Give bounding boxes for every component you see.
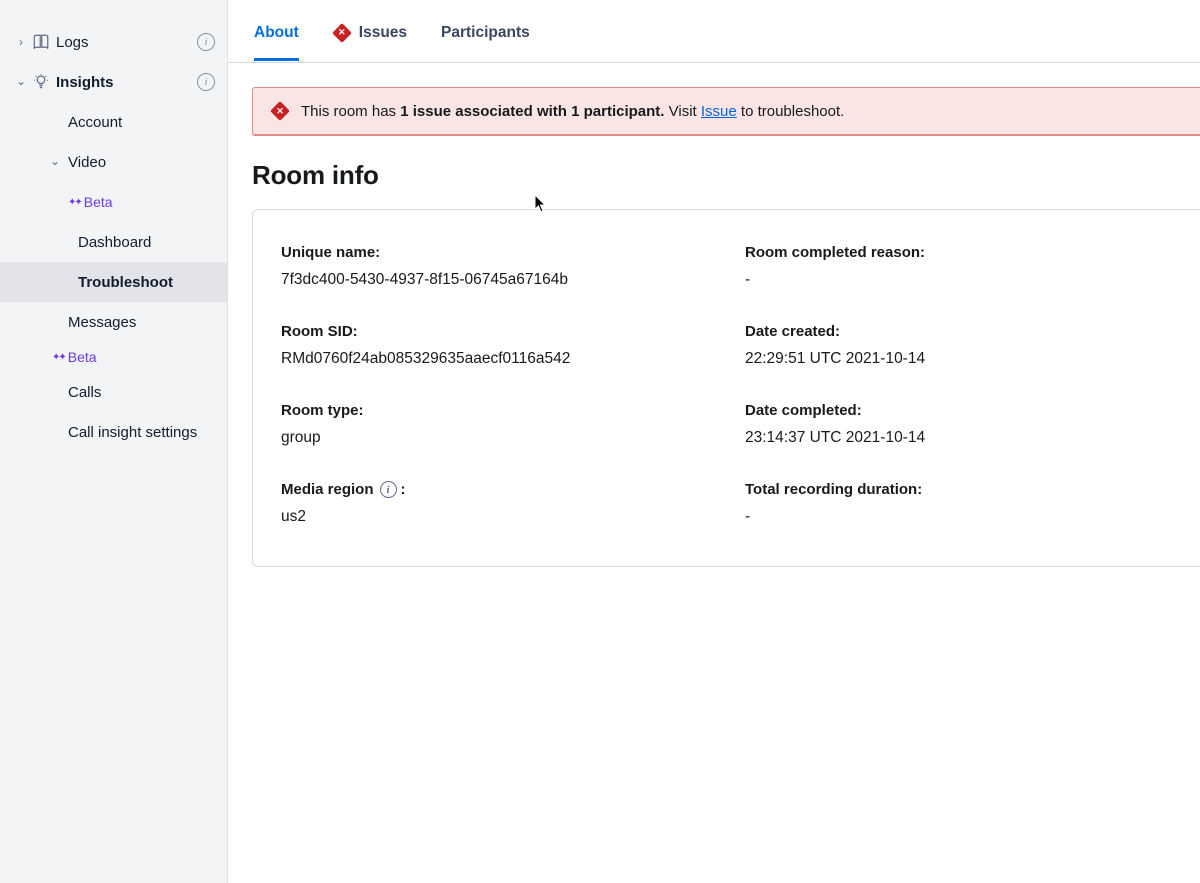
field-label: Room SID:: [281, 323, 735, 340]
sidebar-item-dashboard[interactable]: Dashboard: [0, 222, 227, 262]
issue-icon: [271, 102, 289, 120]
alert-issue-link[interactable]: Issue: [701, 103, 737, 120]
beta-badge: ✦✦ Beta: [68, 194, 113, 210]
sidebar-item-label: Beta: [68, 349, 97, 365]
field-label: Date completed:: [745, 402, 1176, 419]
book-icon: [30, 33, 52, 51]
field-value: us2: [281, 508, 735, 526]
chevron-down-icon: ⌄: [14, 74, 28, 88]
section-title: Room info: [252, 160, 1200, 191]
sidebar-item-label: Video: [68, 154, 215, 171]
field-label: Media region i :: [281, 481, 735, 498]
field-date-completed: Date completed: 23:14:37 UTC 2021-10-14: [745, 402, 1176, 447]
room-info-card: Unique name: 7f3dc400-5430-4937-8f15-067…: [252, 209, 1200, 567]
field-completed-reason: Room completed reason: -: [745, 244, 1176, 289]
sidebar-item-label: Call insight settings: [68, 424, 215, 441]
field-value: 7f3dc400-5430-4937-8f15-06745a67164b: [281, 271, 735, 289]
sidebar-item-video[interactable]: ⌄ Video: [0, 142, 227, 182]
tab-about[interactable]: About: [254, 24, 299, 61]
issue-alert: This room has 1 issue associated with 1 …: [252, 87, 1200, 136]
field-date-created: Date created: 22:29:51 UTC 2021-10-14: [745, 323, 1176, 368]
tab-issues[interactable]: Issues: [333, 24, 407, 61]
tab-bar: About Issues Participants: [228, 0, 1200, 63]
field-label: Unique name:: [281, 244, 735, 261]
cursor-icon: [534, 194, 548, 214]
sidebar-item-calls[interactable]: Calls: [0, 372, 227, 412]
sidebar-item-video-beta[interactable]: ✦✦ Beta: [0, 182, 227, 222]
sidebar-item-label: Messages: [68, 314, 215, 331]
field-value: 23:14:37 UTC 2021-10-14: [745, 429, 1176, 447]
field-room-type: Room type: group: [281, 402, 735, 447]
sidebar-item-beta[interactable]: ✦✦ Beta: [0, 342, 227, 372]
tab-label: Participants: [441, 24, 530, 42]
field-value: -: [745, 271, 1176, 289]
tab-participants[interactable]: Participants: [441, 24, 530, 61]
sparkle-icon: ✦✦: [68, 197, 81, 208]
beta-badge: ✦✦ Beta: [52, 349, 97, 365]
field-label: Room type:: [281, 402, 735, 419]
alert-message: This room has 1 issue associated with 1 …: [301, 103, 844, 120]
sidebar-item-label: Account: [68, 114, 215, 131]
field-value: group: [281, 429, 735, 447]
main-content: About Issues Participants This room has …: [228, 0, 1200, 883]
sidebar: › Logs i ⌄ Insights i Account ⌄ Video ✦✦…: [0, 0, 228, 883]
sidebar-item-label: Logs: [56, 34, 197, 51]
field-media-region: Media region i : us2: [281, 481, 735, 526]
info-icon[interactable]: i: [380, 481, 397, 498]
sidebar-item-label: Calls: [68, 384, 215, 401]
sidebar-item-call-insight-settings[interactable]: Call insight settings: [0, 412, 227, 452]
sidebar-item-label: Insights: [56, 74, 197, 91]
field-room-sid: Room SID: RMd0760f24ab085329635aaecf0116…: [281, 323, 735, 368]
info-icon[interactable]: i: [197, 33, 215, 51]
field-label: Date created:: [745, 323, 1176, 340]
field-value: RMd0760f24ab085329635aaecf0116a542: [281, 350, 735, 368]
sidebar-item-logs[interactable]: › Logs i: [0, 22, 227, 62]
field-label: Total recording duration:: [745, 481, 1176, 498]
field-value: 22:29:51 UTC 2021-10-14: [745, 350, 1176, 368]
field-value: -: [745, 508, 1176, 526]
sidebar-item-label: Troubleshoot: [78, 274, 215, 291]
field-total-recording-duration: Total recording duration: -: [745, 481, 1176, 526]
lightbulb-icon: [30, 73, 52, 91]
sidebar-item-insights[interactable]: ⌄ Insights i: [0, 62, 227, 102]
sidebar-item-account[interactable]: Account: [0, 102, 227, 142]
field-unique-name: Unique name: 7f3dc400-5430-4937-8f15-067…: [281, 244, 735, 289]
tab-label: About: [254, 24, 299, 42]
tab-label: Issues: [359, 24, 407, 42]
chevron-down-icon: ⌄: [48, 154, 62, 168]
sidebar-item-label: Beta: [84, 194, 113, 210]
field-label: Room completed reason:: [745, 244, 1176, 261]
info-icon[interactable]: i: [197, 73, 215, 91]
sidebar-item-label: Dashboard: [78, 234, 215, 251]
sparkle-icon: ✦✦: [52, 352, 65, 363]
sidebar-item-messages[interactable]: Messages: [0, 302, 227, 342]
chevron-right-icon: ›: [14, 35, 28, 49]
sidebar-item-troubleshoot[interactable]: Troubleshoot: [0, 262, 227, 302]
issue-icon: [333, 24, 351, 42]
